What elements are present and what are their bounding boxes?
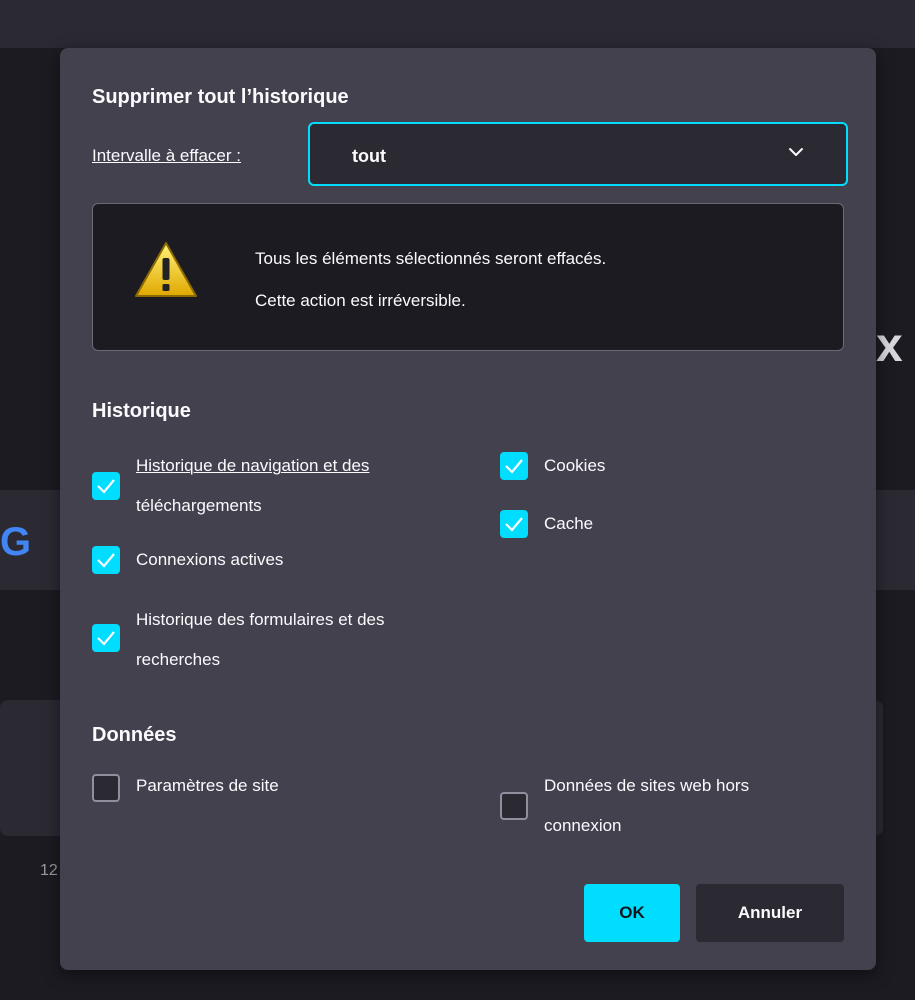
checkbox-offline-website-data[interactable] (500, 792, 528, 820)
dialog-title: Supprimer tout l’historique (92, 86, 349, 108)
checkmark-icon (505, 517, 523, 532)
option-form-search-history-line2: recherches (136, 650, 221, 669)
option-cache-label[interactable]: Cache (544, 504, 593, 544)
checkmark-icon (97, 631, 115, 646)
checkbox-browsing-history[interactable] (92, 472, 120, 500)
google-logo-icon: G (0, 520, 32, 564)
checkbox-cache[interactable] (500, 510, 528, 538)
clear-history-dialog: Supprimer tout l’historique Intervalle à… (60, 48, 876, 970)
ok-button[interactable]: OK (584, 884, 680, 942)
option-browsing-history-label[interactable]: Historique de navigation et des téléchar… (136, 446, 369, 526)
warning-icon (135, 242, 197, 297)
warning-box: Tous les éléments sélectionnés seront ef… (92, 203, 844, 351)
option-cookies-label[interactable]: Cookies (544, 446, 605, 486)
checkmark-icon (97, 553, 115, 568)
option-offline-website-data-line1: Données de sites web hors (544, 776, 750, 795)
cancel-button[interactable]: Annuler (696, 884, 844, 942)
option-active-logins-label[interactable]: Connexions actives (136, 540, 283, 580)
chevron-down-icon (789, 148, 803, 156)
checkbox-form-search-history[interactable] (92, 624, 120, 652)
option-form-search-history-label[interactable]: Historique des formulaires et des recher… (136, 600, 385, 680)
range-select[interactable]: tout (308, 122, 848, 186)
history-section-title: Historique (92, 400, 191, 422)
range-label: Intervalle à effacer : (92, 146, 241, 166)
corner-number: 12 (40, 862, 58, 879)
warning-text-line2: Cette action est irréversible. (255, 291, 466, 310)
checkbox-site-settings[interactable] (92, 774, 120, 802)
range-selected-value: tout (352, 146, 386, 166)
checkmark-icon (97, 479, 115, 494)
option-browsing-history-line1: Historique de navigation et des (136, 456, 370, 475)
option-site-settings-label[interactable]: Paramètres de site (136, 766, 279, 806)
option-offline-website-data-label[interactable]: Données de sites web hors connexion (544, 766, 749, 846)
checkmark-icon (505, 459, 523, 474)
option-form-search-history-line1: Historique des formulaires et des (136, 610, 385, 629)
range-label-text: Intervalle à effacer : (92, 146, 241, 165)
warning-text-line1: Tous les éléments sélectionnés seront ef… (255, 249, 607, 268)
logo-x-icon: x (876, 319, 903, 372)
checkbox-cookies[interactable] (500, 452, 528, 480)
checkbox-active-logins[interactable] (92, 546, 120, 574)
data-section-title: Données (92, 724, 177, 746)
option-browsing-history-line2: téléchargements (136, 496, 262, 515)
browser-toolbar (0, 0, 915, 48)
option-offline-website-data-line2: connexion (544, 816, 622, 835)
